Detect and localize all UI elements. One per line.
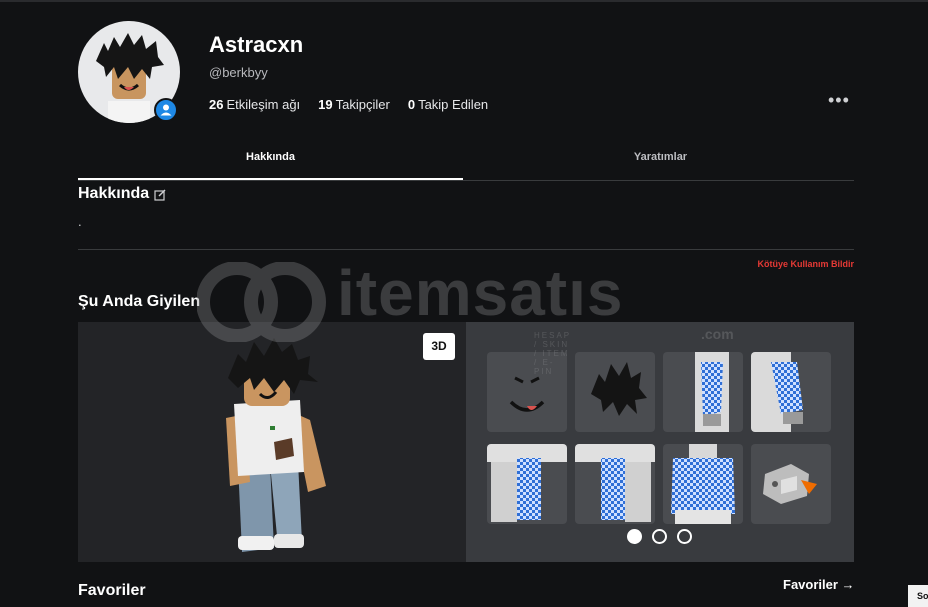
accessory-item[interactable] [751, 444, 831, 524]
arrow-right-icon: → [841, 577, 855, 592]
about-divider [78, 249, 854, 250]
stat-followers[interactable]: 19 Takipçiler [318, 97, 390, 112]
checker-torso-icon [671, 444, 735, 524]
smile-face-icon [509, 376, 545, 412]
watermark-brand: itemsatıs [337, 257, 624, 329]
checker-leg-icon [575, 444, 655, 522]
corner-chat-tab[interactable]: So [908, 585, 928, 607]
carousel-pagination [627, 529, 692, 544]
top-border [0, 0, 928, 2]
username-handle: @berkbyy [209, 65, 268, 80]
page-dot-3[interactable] [677, 529, 692, 544]
right-arm-item[interactable] [751, 352, 831, 432]
hair-item[interactable] [575, 352, 655, 432]
page-dot-1[interactable] [627, 529, 642, 544]
wearing-title: Şu Anda Giyilen [78, 293, 201, 310]
stat-following[interactable]: 0 Takip Edilen [408, 97, 488, 112]
display-name: Astracxn [209, 32, 304, 57]
right-leg-item[interactable] [575, 444, 655, 524]
toggle-3d-button[interactable]: 3D [423, 333, 455, 360]
about-description: . [78, 214, 82, 229]
tab-about[interactable]: Hakkında [78, 144, 463, 180]
face-item[interactable] [487, 352, 567, 432]
about-title: Hakkında [78, 185, 150, 202]
left-leg-item[interactable] [487, 444, 567, 524]
favorites-title: Favoriler [78, 582, 146, 599]
page-dot-2[interactable] [652, 529, 667, 544]
avatar-3d-viewer[interactable] [78, 322, 466, 562]
favorites-link-label: Favoriler [783, 577, 838, 592]
checker-leg-icon [487, 444, 567, 522]
profile-tabs: Hakkında Yaratımlar [78, 144, 854, 181]
favorites-link[interactable]: Favoriler → [783, 577, 855, 592]
hair-icon [591, 362, 647, 416]
checker-sleeve-arm-icon [751, 352, 803, 432]
profile-stats: 26 Etkileşim ağı 19 Takipçiler 0 Takip Edil… [209, 97, 488, 112]
torso-item[interactable] [663, 444, 743, 524]
toy-accessory-icon [763, 464, 817, 504]
stat-connections[interactable]: 26 Etkileşim ağı [209, 97, 300, 112]
more-options-icon[interactable]: ••• [828, 90, 850, 111]
verified-badge-icon [154, 98, 178, 122]
checker-sleeve-arm-icon [695, 352, 729, 432]
report-abuse-link[interactable]: Kötüye Kullanım Bildir [757, 259, 854, 269]
tab-creations[interactable]: Yaratımlar [468, 144, 853, 178]
left-arm-item[interactable] [663, 352, 743, 432]
edit-icon[interactable] [154, 188, 166, 201]
